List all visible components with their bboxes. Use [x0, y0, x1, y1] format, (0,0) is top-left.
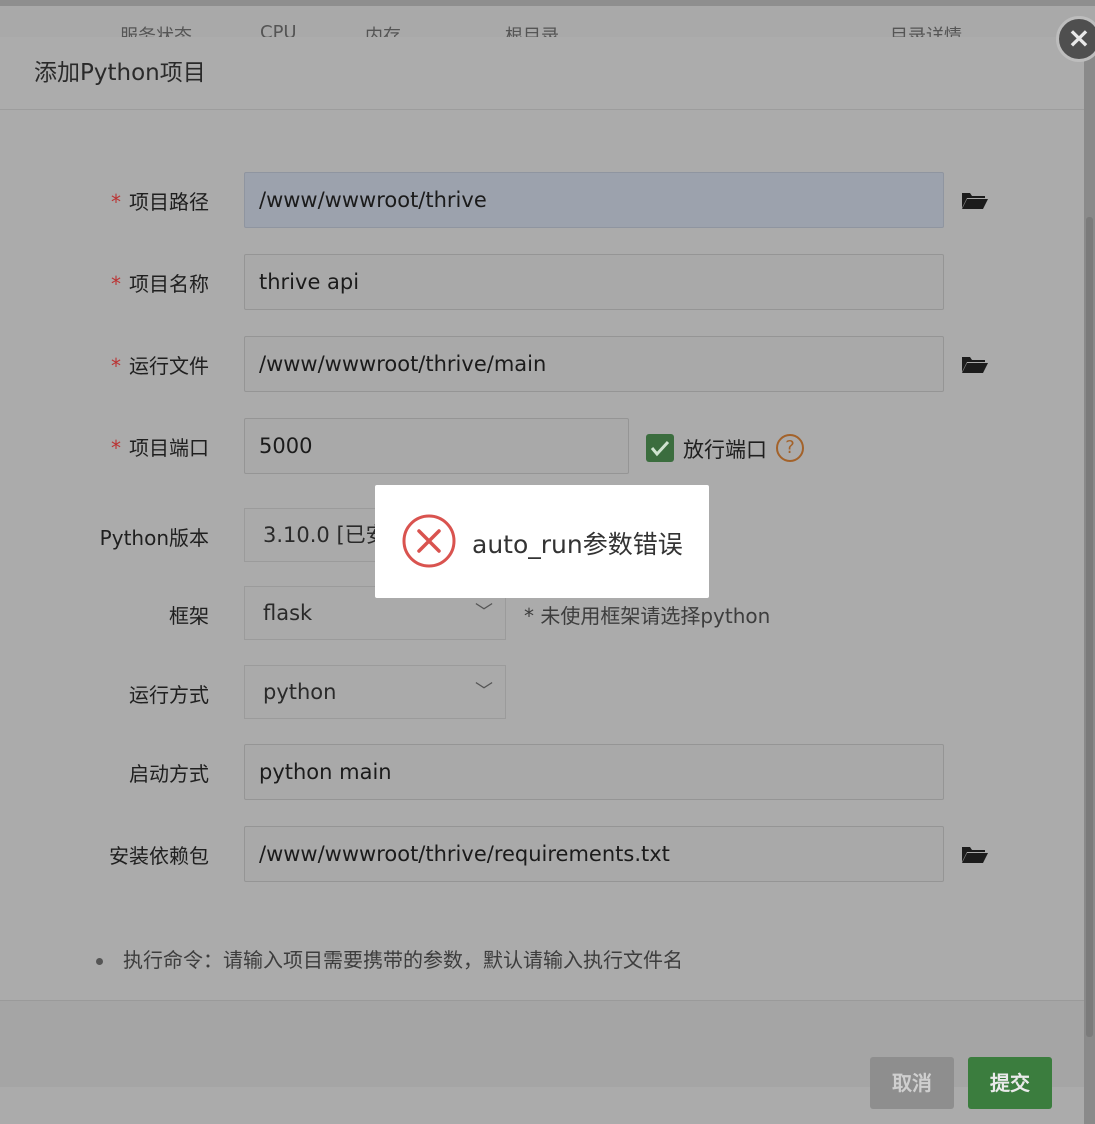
python-version-label: Python版本	[99, 526, 209, 550]
close-icon: ×	[1067, 21, 1091, 54]
project-port-label: * 项目端口	[111, 436, 209, 460]
framework-hint: * 未使用框架请选择python	[524, 604, 771, 628]
close-dialog-button[interactable]: ×	[1056, 16, 1095, 62]
run-mode-label: 运行方式	[129, 683, 209, 707]
open-port-label: 放行端口	[683, 438, 767, 462]
bullet-icon	[96, 958, 103, 965]
error-toast: auto_run参数错误	[375, 485, 709, 598]
start-mode-label: 启动方式	[129, 762, 209, 786]
project-path-input[interactable]: /www/wwwroot/thrive	[244, 172, 944, 228]
command-note: 执行命令：请输入项目需要携带的参数，默认请输入执行文件名	[96, 944, 683, 973]
install-deps-label: 安装依赖包	[109, 844, 209, 868]
project-name-input[interactable]: thrive api	[244, 254, 944, 310]
project-port-input[interactable]: 5000	[244, 418, 629, 474]
run-mode-value: python	[263, 680, 337, 704]
submit-button[interactable]: 提交	[968, 1057, 1052, 1109]
help-question-icon[interactable]: ?	[776, 434, 804, 462]
run-file-label: * 运行文件	[111, 354, 209, 378]
error-message: auto_run参数错误	[472, 530, 683, 559]
python-version-value: 3.10.0 [已安	[263, 523, 387, 547]
cancel-button[interactable]: 取消	[870, 1057, 954, 1109]
framework-value: flask	[263, 601, 313, 625]
run-file-input[interactable]: /www/wwwroot/thrive/main	[244, 336, 944, 392]
run-mode-select[interactable]: python ﹀	[244, 665, 506, 719]
scrollbar-thumb[interactable]	[1086, 217, 1093, 1037]
install-deps-folder-icon[interactable]	[961, 844, 989, 864]
dialog-title: 添加Python项目	[0, 37, 1084, 110]
error-x-icon	[402, 514, 456, 568]
run-file-folder-icon[interactable]	[961, 354, 989, 374]
project-name-label: * 项目名称	[111, 272, 209, 296]
page-scrollbar[interactable]	[1084, 37, 1095, 1124]
checkmark-icon	[650, 440, 670, 457]
install-deps-input[interactable]: /www/wwwroot/thrive/requirements.txt	[244, 826, 944, 882]
project-path-label: * 项目路径	[111, 190, 209, 214]
chevron-down-icon: ﹀	[475, 681, 493, 702]
framework-label: 框架	[169, 604, 209, 628]
background-table-header: 服务状态 CPU 内存 根目录 目录详情	[0, 0, 1095, 47]
project-path-folder-icon[interactable]	[961, 190, 989, 210]
start-mode-input[interactable]: python main	[244, 744, 944, 800]
open-port-checkbox[interactable]	[646, 434, 674, 462]
